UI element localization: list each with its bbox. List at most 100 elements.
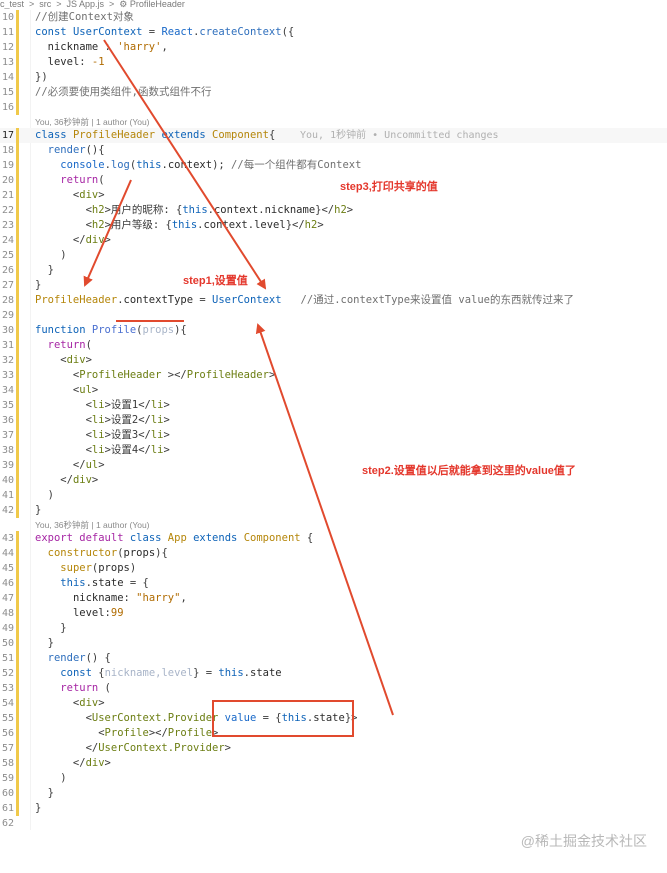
code-line[interactable]: 59 ) [0,771,667,786]
code-line[interactable]: 31 return( [0,338,667,353]
line-number: 55 [1,713,14,724]
code-text: <li>设置2</li> [35,414,170,426]
modified-marker [16,338,19,353]
modified-marker [16,218,19,233]
code-text: <div> [35,189,105,201]
modified-marker [16,606,19,621]
code-text: <ul> [35,384,99,396]
line-number: 20 [1,175,14,186]
code-line[interactable]: 28 ProfileHeader.contextType = UserConte… [0,293,667,308]
line-number: 40 [1,475,14,486]
codelens-blame[interactable]: You, 36秒钟前 | 1 author (You) [35,117,150,128]
code-text: render(){ [47,144,105,156]
code-line[interactable]: 44 constructor(props){ [0,546,667,561]
code-line[interactable]: 41 ) [0,488,667,503]
modified-marker [16,801,19,816]
code-line[interactable]: 53 return ( [0,681,667,696]
modified-marker [16,756,19,771]
code-line[interactable]: 11 const UserContext = React.createConte… [0,25,667,40]
line-number: 22 [1,205,14,216]
code-text: return( [47,339,92,351]
code-line[interactable]: 10 //创建Context对象 [0,10,667,25]
modified-marker [16,353,19,368]
line-number: 15 [1,87,14,98]
code-line[interactable]: 47 nickname: "harry", [0,591,667,606]
line-number: 27 [1,280,14,291]
code-line[interactable]: 13 level: -1 [0,55,667,70]
modified-marker [16,458,19,473]
code-text: </div> [35,474,99,486]
code-line[interactable]: 27 } [0,278,667,293]
codelens-blame[interactable]: You, 36秒钟前 | 1 author (You) [35,520,150,531]
line-number: 32 [1,355,14,366]
code-line[interactable]: 50 } [0,636,667,651]
modified-marker [16,398,19,413]
code-line[interactable]: 14 }) [0,70,667,85]
code-line[interactable]: 16 [0,100,667,115]
line-number: 56 [1,728,14,739]
code-line[interactable]: 58 </div> [0,756,667,771]
line-number: 42 [1,505,14,516]
line-number: 41 [1,490,14,501]
code-line[interactable]: 37 <li>设置3</li> [0,428,667,443]
modified-marker [16,383,19,398]
modified-marker [16,786,19,801]
line-number: 57 [1,743,14,754]
code-line[interactable]: 61 } [0,801,667,816]
code-line[interactable]: 29 [0,308,667,323]
code-line[interactable]: 24 </div> [0,233,667,248]
code-text: const {nickname,level} = this.state [60,667,282,679]
line-number: 48 [1,608,14,619]
code-text: ) [35,249,67,261]
code-line[interactable]: 46 this.state = { [0,576,667,591]
code-text: //创建Context对象 [35,11,134,23]
code-line[interactable]: 45 super(props) [0,561,667,576]
code-line[interactable]: 25 ) [0,248,667,263]
line-number: 23 [1,220,14,231]
line-number: 58 [1,758,14,769]
code-line[interactable]: 30 function Profile(props){ [0,323,667,338]
code-text: ProfileHeader.contextType = UserContext … [35,294,574,306]
line-number: 47 [1,593,14,604]
line-number: 59 [1,773,14,784]
line-number: 34 [1,385,14,396]
code-line[interactable]: 34 <ul> [0,383,667,398]
code-text: render() { [47,652,111,664]
code-line[interactable]: 48 level:99 [0,606,667,621]
breadcrumb[interactable]: c_test > src > JS App.js > ⚙ ProfileHead… [0,0,667,9]
modified-marker [16,128,19,143]
code-line[interactable]: 18 render(){ [0,143,667,158]
modified-marker [16,531,19,546]
code-line[interactable]: 57 </UserContext.Provider> [0,741,667,756]
code-line[interactable]: 62 [0,816,667,831]
code-line[interactable]: 32 <div> [0,353,667,368]
code-line[interactable]: 36 <li>设置2</li> [0,413,667,428]
code-line[interactable]: 33 <ProfileHeader ></ProfileHeader> [0,368,667,383]
code-line[interactable]: 51 render() { [0,651,667,666]
code-line[interactable]: 26 } [0,263,667,278]
code-line[interactable]: 60 } [0,786,667,801]
code-line[interactable]: 12 nickname : 'harry', [0,40,667,55]
code-line[interactable]: 43 export default class App extends Comp… [0,531,667,546]
line-number: 51 [1,653,14,664]
code-line[interactable]: 22 <h2>用户的昵称: {this.context.nickname}</h… [0,203,667,218]
code-line[interactable]: 19 console.log(this.context); //每一个组件都有C… [0,158,667,173]
code-line[interactable]: 42 } [0,503,667,518]
code-text: ) [35,772,67,784]
code-line[interactable]: 52 const {nickname,level} = this.state [0,666,667,681]
code-line[interactable]: 15 //必须要使用类组件,函数式组件不行 [0,85,667,100]
modified-marker [16,100,19,115]
code-line[interactable]: 20 return( [0,173,667,188]
modified-marker [16,428,19,443]
code-line-current[interactable]: 17 class ProfileHeader extends Component… [0,128,667,143]
line-number: 33 [1,370,14,381]
code-text: <Profile></Profile> [35,727,219,739]
modified-marker [16,696,19,711]
modified-marker [16,771,19,786]
modified-marker [16,711,19,726]
code-line[interactable]: 35 <li>设置1</li> [0,398,667,413]
code-line[interactable]: 23 <h2>用户等级: {this.context.level}</h2> [0,218,667,233]
code-line[interactable]: 21 <div> [0,188,667,203]
code-line[interactable]: 49 } [0,621,667,636]
code-line[interactable]: 38 <li>设置4</li> [0,443,667,458]
